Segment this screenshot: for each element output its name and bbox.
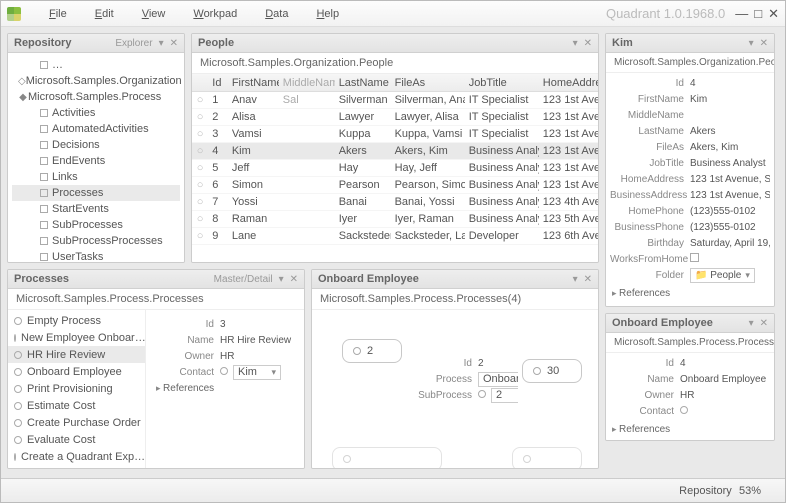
panel-close-icon[interactable]: ✕: [760, 38, 768, 49]
contact-dropdown[interactable]: Kim: [233, 365, 281, 380]
diagram-node[interactable]: 2: [342, 339, 402, 363]
table-row[interactable]: ○2AlisaLawyerLawyer, AlisaIT Specialist1…: [192, 109, 598, 126]
list-item[interactable]: Print Provisioning: [8, 380, 145, 397]
panel-kim: Kim ▾ ✕ Microsoft.Samples.Organization.Peo…: [605, 33, 775, 307]
panel-title: Repository: [14, 37, 71, 49]
table-row[interactable]: ○8RamanIyerIyer, RamanBusiness Analyst12…: [192, 211, 598, 228]
references-expander[interactable]: References: [606, 285, 774, 302]
panel-title: Processes: [14, 273, 69, 285]
list-item[interactable]: HR Hire Review: [8, 346, 145, 363]
close-button[interactable]: ✕: [768, 6, 779, 22]
panel-onboard-canvas: Onboard Employee ▾ ✕ Microsoft.Samples.Pro…: [311, 269, 599, 469]
menu-help[interactable]: Help: [302, 5, 353, 23]
diagram-node[interactable]: [332, 447, 442, 468]
tree-item[interactable]: …: [12, 57, 180, 73]
breadcrumb[interactable]: Microsoft.Samples.Process.Processes: [8, 289, 304, 310]
panel-title: Kim: [612, 37, 633, 49]
panel-pin-icon[interactable]: ▾: [749, 318, 754, 329]
panel-pin-icon[interactable]: ▾: [159, 38, 164, 49]
breadcrumb[interactable]: Microsoft.Samples.Process.Processes(4): [606, 333, 774, 353]
table-row[interactable]: ○9LaneSackstederSacksteder, LaneDevelope…: [192, 228, 598, 245]
references-expander[interactable]: References: [150, 380, 300, 397]
tree-item[interactable]: UserTasks: [12, 249, 180, 262]
diagram-node[interactable]: [512, 447, 582, 468]
panel-close-icon[interactable]: ✕: [290, 274, 298, 285]
list-item[interactable]: New Employee Onboar…: [8, 329, 145, 346]
tree-item[interactable]: SubProcessProcesses: [12, 233, 180, 249]
panel-title: Onboard Employee: [612, 317, 713, 329]
tree-item[interactable]: EndEvents: [12, 153, 180, 169]
panel-pin-icon[interactable]: ▾: [279, 274, 284, 285]
tree-item[interactable]: Processes: [12, 185, 180, 201]
tree-item[interactable]: ◆Microsoft.Samples.Process: [12, 89, 180, 105]
panel-close-icon[interactable]: ✕: [760, 318, 768, 329]
panel-repository: Repository Explorer ▾ ✕ …◇Microsoft.Samp…: [7, 33, 185, 263]
breadcrumb[interactable]: Microsoft.Samples.Organization.People(4): [606, 53, 774, 73]
menu-view[interactable]: View: [128, 5, 180, 23]
panel-pin-icon[interactable]: ▾: [749, 38, 754, 49]
list-item[interactable]: Evaluate Cost: [8, 431, 145, 448]
menubar: File Edit View Workpad Data Help Quadran…: [1, 1, 785, 27]
status-label: Repository: [679, 485, 732, 497]
panel-processes: Processes Master/Detail ▾ ✕ Microsoft.Sampl…: [7, 269, 305, 469]
table-row[interactable]: ○3VamsiKuppaKuppa, VamsiIT Specialist123…: [192, 126, 598, 143]
tree-item[interactable]: AutomatedActivities: [12, 121, 180, 137]
panel-people: People ▾ ✕ Microsoft.Samples.Organization…: [191, 33, 599, 263]
minimize-button[interactable]: —: [735, 6, 748, 21]
table-row[interactable]: ○5JeffHayHay, JeffBusiness Analyst123 1s…: [192, 160, 598, 177]
panel-close-icon[interactable]: ✕: [584, 38, 592, 49]
tree-item[interactable]: ◇Microsoft.Samples.Organization: [12, 73, 180, 89]
app-logo-icon: [7, 7, 21, 21]
list-item[interactable]: Create a Quadrant Exp…: [8, 448, 145, 465]
maximize-button[interactable]: □: [754, 6, 762, 21]
list-item[interactable]: Empty Process: [8, 312, 145, 329]
menu-workpad[interactable]: Workpad: [179, 5, 251, 23]
list-item[interactable]: Fill Position Process: [8, 465, 145, 468]
panel-pin-icon[interactable]: ▾: [573, 274, 578, 285]
subprocess-dropdown[interactable]: 2: [491, 388, 518, 403]
grid-header: IdFirstNameMiddleNameLastNameFileAsJobTi…: [192, 74, 598, 92]
statusbar: Repository 53%: [1, 478, 785, 502]
table-row[interactable]: ○4KimAkersAkers, KimBusiness Analyst123 …: [192, 143, 598, 160]
menu-edit[interactable]: Edit: [81, 5, 128, 23]
table-row[interactable]: ○7YossiBanaiBanai, YossiBusiness Analyst…: [192, 194, 598, 211]
list-item[interactable]: Estimate Cost: [8, 397, 145, 414]
menu-data[interactable]: Data: [251, 5, 302, 23]
tree-item[interactable]: Links: [12, 169, 180, 185]
panel-title: Onboard Employee: [318, 273, 419, 285]
breadcrumb[interactable]: Microsoft.Samples.Organization.People: [192, 53, 598, 74]
references-expander[interactable]: References: [606, 421, 774, 438]
panel-onboard-detail: Onboard Employee ▾ ✕ Microsoft.Samples.Pro…: [605, 313, 775, 441]
table-row[interactable]: ○1AnavSalSilvermanSilverman, AnavIT Spec…: [192, 92, 598, 109]
app-title: Quadrant 1.0.1968.0: [606, 6, 735, 21]
tree-item[interactable]: Activities: [12, 105, 180, 121]
panel-title: People: [198, 37, 234, 49]
diagram-node[interactable]: 30: [522, 359, 582, 383]
process-dropdown[interactable]: Onboar…: [478, 372, 518, 387]
workspace: Repository Explorer ▾ ✕ …◇Microsoft.Samp…: [1, 27, 785, 478]
panel-pin-icon[interactable]: ▾: [573, 38, 578, 49]
panel-subtitle: Master/Detail: [214, 274, 273, 285]
tree-item[interactable]: StartEvents: [12, 201, 180, 217]
breadcrumb[interactable]: Microsoft.Samples.Process.Processes(4): [312, 289, 598, 310]
panel-close-icon[interactable]: ✕: [170, 38, 178, 49]
table-row[interactable]: ○6SimonPearsonPearson, SimonBusiness Ana…: [192, 177, 598, 194]
tree-item[interactable]: Decisions: [12, 137, 180, 153]
list-item[interactable]: Onboard Employee: [8, 363, 145, 380]
status-percent: 53%: [739, 485, 761, 497]
tree-item[interactable]: SubProcesses: [12, 217, 180, 233]
panel-close-icon[interactable]: ✕: [584, 274, 592, 285]
menu-file[interactable]: File: [35, 5, 81, 23]
panel-subtitle: Explorer: [115, 38, 152, 49]
list-item[interactable]: Create Purchase Order: [8, 414, 145, 431]
